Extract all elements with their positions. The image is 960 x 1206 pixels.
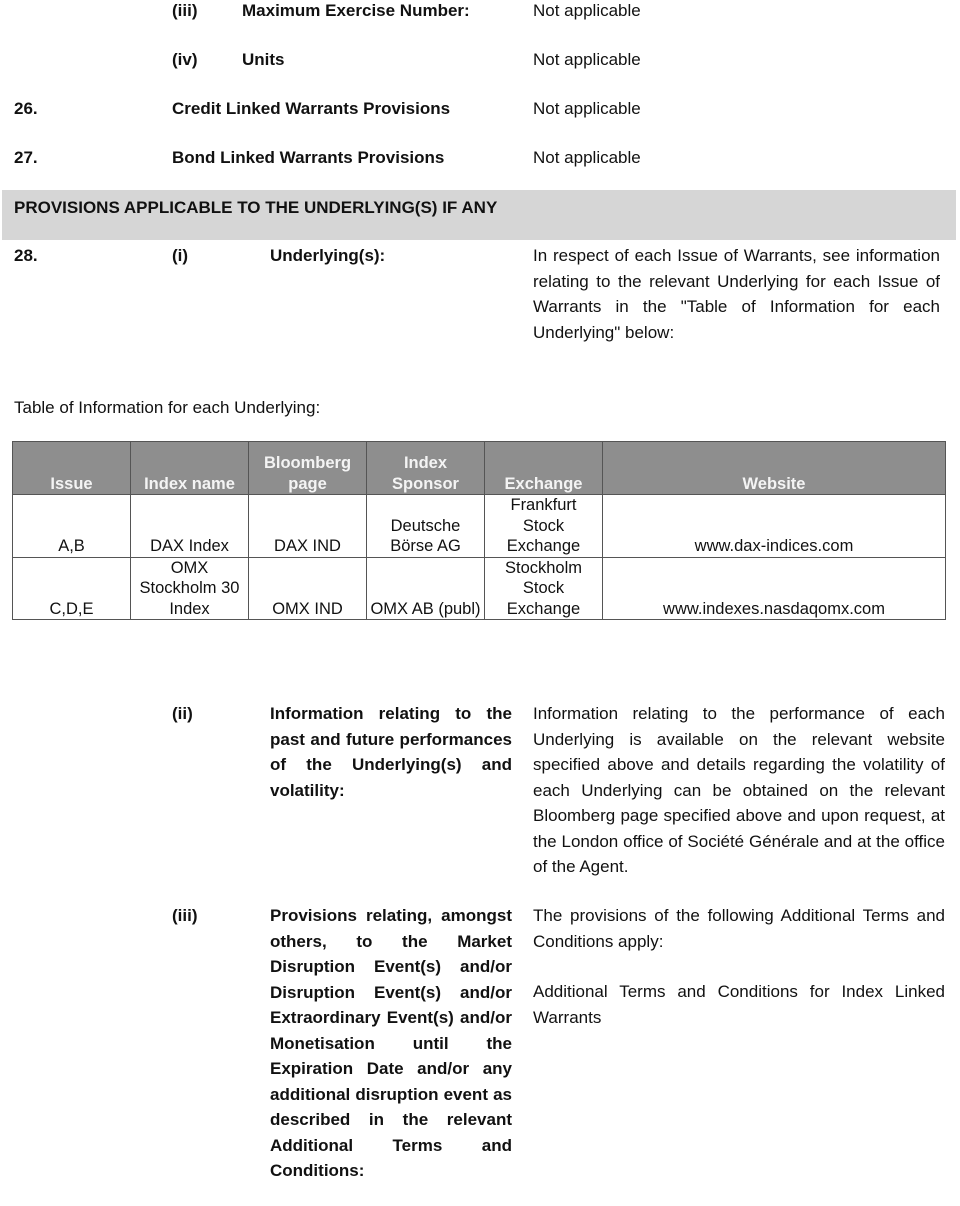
- item-number: 28.: [14, 246, 38, 265]
- item-number: 26.: [14, 99, 38, 118]
- header-bloomberg-page: Bloomberg page: [248, 441, 367, 495]
- item-value: Information relating to the performance …: [533, 704, 945, 876]
- table-row: C,D,E OMX Stockholm 30 Index OMX IND OMX…: [12, 556, 946, 620]
- cell-issue: C,D,E: [12, 556, 131, 620]
- item-sub-number: (iv): [172, 50, 198, 69]
- cell-website[interactable]: www.indexes.nasdaqomx.com: [602, 556, 946, 620]
- cell-exchange: Stockholm Stock Exchange: [484, 556, 603, 620]
- item-sub-number: (ii): [172, 704, 193, 723]
- item-value-intro: The provisions of the following Addition…: [533, 906, 945, 951]
- table-caption: Table of Information for each Underlying…: [14, 398, 321, 417]
- item-label: Units: [242, 50, 285, 69]
- section-header-text: PROVISIONS APPLICABLE TO THE UNDERLYING(…: [14, 198, 498, 217]
- item-label: Bond Linked Warrants Provisions: [172, 148, 445, 167]
- item-value: Not applicable: [533, 148, 641, 167]
- header-exchange: Exchange: [484, 441, 603, 495]
- item-sub-number: (iii): [172, 906, 198, 925]
- cell-index-sponsor: OMX AB (publ): [366, 556, 485, 620]
- cell-website[interactable]: www.dax-indices.com: [602, 494, 946, 558]
- underlying-info-table: Issue Index name Bloomberg page Index Sp…: [12, 441, 946, 620]
- item-value: Not applicable: [533, 50, 641, 69]
- cell-bloomberg-page: DAX IND: [248, 494, 367, 558]
- header-index-sponsor: Index Sponsor: [366, 441, 485, 495]
- item-value: Not applicable: [533, 1, 641, 20]
- item-sub-number: (i): [172, 246, 189, 265]
- header-issue: Issue: [12, 441, 131, 495]
- cell-index-name: DAX Index: [130, 494, 249, 558]
- item-label: Provisions relating, amongst others, to …: [270, 906, 512, 1180]
- item-value-terms: Additional Terms and Conditions for Inde…: [533, 982, 945, 1027]
- cell-bloomberg-page: OMX IND: [248, 556, 367, 620]
- section-header-band: PROVISIONS APPLICABLE TO THE UNDERLYING(…: [2, 190, 956, 240]
- item-label: Information relating to the past and fut…: [270, 704, 512, 800]
- item-label: Underlying(s):: [270, 246, 386, 265]
- item-label: Maximum Exercise Number:: [242, 1, 470, 20]
- cell-index-sponsor: Deutsche Börse AG: [366, 494, 485, 558]
- header-website: Website: [602, 441, 946, 495]
- header-index-name: Index name: [130, 441, 249, 495]
- table-row: A,B DAX Index DAX IND Deutsche Börse AG …: [12, 494, 946, 558]
- cell-issue: A,B: [12, 494, 131, 558]
- item-value: In respect of each Issue of Warrants, se…: [533, 246, 940, 342]
- item-number: 27.: [14, 148, 38, 167]
- item-label: Credit Linked Warrants Provisions: [172, 99, 451, 118]
- cell-exchange: Frankfurt Stock Exchange: [484, 494, 603, 558]
- item-sub-number: (iii): [172, 1, 198, 20]
- table-header-row: Issue Index name Bloomberg page Index Sp…: [12, 441, 946, 495]
- cell-index-name: OMX Stockholm 30 Index: [130, 556, 249, 620]
- item-value: Not applicable: [533, 99, 641, 118]
